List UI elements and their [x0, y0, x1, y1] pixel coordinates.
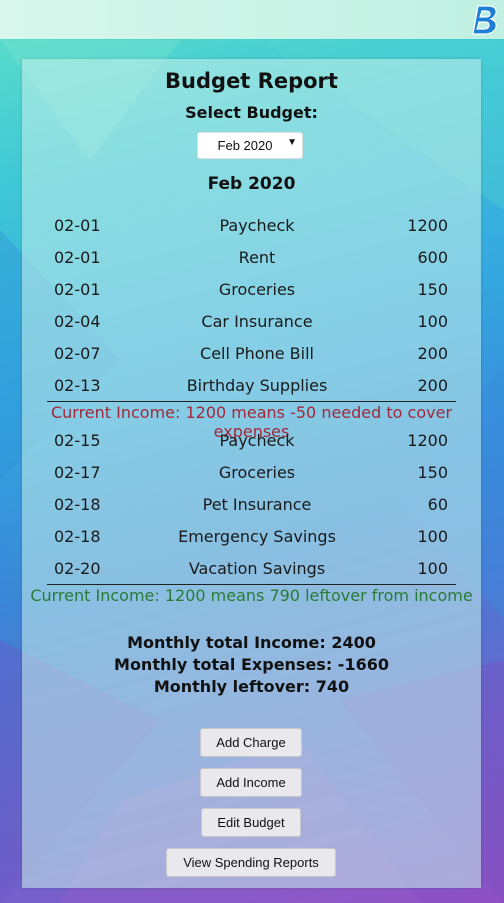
add-income-button[interactable]: Add Income — [200, 768, 302, 797]
transaction-amount: 100 — [417, 527, 448, 546]
transaction-amount: 200 — [417, 344, 448, 363]
transaction-name: Birthday Supplies — [186, 376, 328, 395]
transaction-name: Rent — [238, 248, 276, 267]
edit-budget-button[interactable]: Edit Budget — [201, 808, 301, 837]
transaction-row: 02-07 Cell Phone Bill 200 — [22, 341, 481, 367]
transaction-name: Emergency Savings — [178, 527, 336, 546]
month-heading: Feb 2020 — [207, 174, 296, 194]
transaction-name: Paycheck — [219, 431, 295, 450]
view-spending-reports-button[interactable]: View Spending Reports — [166, 848, 336, 877]
transaction-date: 02-13 — [54, 376, 101, 395]
transaction-row: 02-15 Paycheck 1200 — [22, 428, 481, 454]
transaction-amount: 100 — [417, 312, 448, 331]
section-divider — [47, 401, 456, 402]
dropdown-arrow-icon: ▼ — [287, 137, 297, 148]
monthly-income-total: Monthly total Income: 2400 — [127, 633, 376, 652]
transaction-name: Cell Phone Bill — [200, 344, 314, 363]
add-charge-button[interactable]: Add Charge — [200, 728, 302, 757]
transaction-name: Groceries — [218, 280, 296, 299]
section-divider — [47, 584, 456, 585]
transaction-row: 02-04 Car Insurance 100 — [22, 309, 481, 335]
transaction-row: 02-01 Groceries 150 — [22, 277, 481, 303]
budget-report-card: Budget Report Select Budget: Feb 2020 ▼ … — [22, 59, 481, 888]
transaction-date: 02-17 — [54, 463, 101, 482]
transaction-row: 02-20 Vacation Savings 100 — [22, 556, 481, 582]
transaction-amount: 150 — [417, 280, 448, 299]
budget-select-value: Feb 2020 — [217, 138, 273, 153]
transaction-amount: 200 — [417, 376, 448, 395]
transaction-row: 02-01 Rent 600 — [22, 245, 481, 271]
top-bar — [0, 0, 504, 39]
transaction-date: 02-01 — [54, 248, 101, 267]
monthly-leftover-total: Monthly leftover: 740 — [153, 677, 350, 696]
transaction-row: 02-18 Emergency Savings 100 — [22, 524, 481, 550]
budget-select[interactable]: Feb 2020 ▼ — [197, 132, 303, 159]
transaction-amount: 150 — [417, 463, 448, 482]
transaction-row: 02-17 Groceries 150 — [22, 460, 481, 486]
transaction-date: 02-01 — [54, 216, 101, 235]
select-budget-label: Select Budget: — [185, 103, 318, 122]
transaction-row: 02-13 Birthday Supplies 200 — [22, 373, 481, 399]
transaction-row: 02-01 Paycheck 1200 — [22, 213, 481, 239]
transaction-row: 02-18 Pet Insurance 60 — [22, 492, 481, 518]
transaction-name: Car Insurance — [201, 312, 313, 331]
transaction-date: 02-20 — [54, 559, 101, 578]
monthly-expenses-total: Monthly total Expenses: -1660 — [114, 655, 389, 674]
page-title: Budget Report — [165, 69, 338, 93]
transaction-date: 02-07 — [54, 344, 101, 363]
transaction-date: 02-18 — [54, 527, 101, 546]
transaction-date: 02-01 — [54, 280, 101, 299]
transaction-amount: 1200 — [407, 216, 448, 235]
transaction-name: Vacation Savings — [188, 559, 326, 578]
transaction-amount: 60 — [427, 495, 448, 514]
transaction-amount: 1200 — [407, 431, 448, 450]
income-leftover-note: Current Income: 1200 means 790 leftover … — [30, 586, 473, 605]
transaction-name: Pet Insurance — [202, 495, 312, 514]
transaction-name: Groceries — [218, 463, 296, 482]
transaction-date: 02-18 — [54, 495, 101, 514]
transaction-name: Paycheck — [219, 216, 295, 235]
transaction-date: 02-15 — [54, 431, 101, 450]
transaction-amount: 100 — [417, 559, 448, 578]
app-logo-icon[interactable] — [470, 3, 500, 36]
transaction-amount: 600 — [417, 248, 448, 267]
transaction-date: 02-04 — [54, 312, 101, 331]
